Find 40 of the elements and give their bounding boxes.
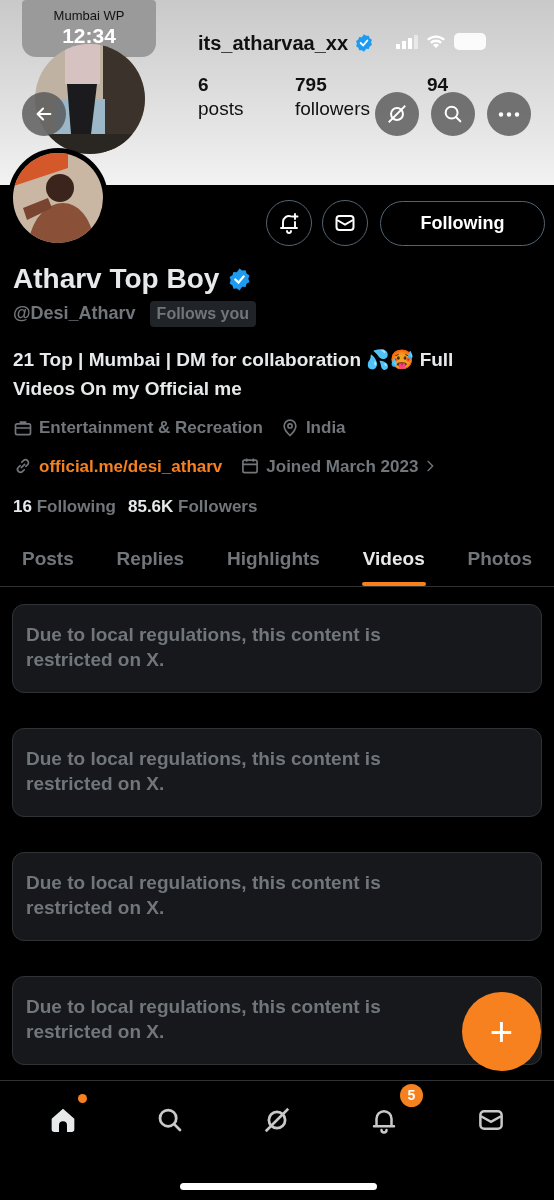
profile-link[interactable]: official.me/desi_atharv bbox=[39, 453, 223, 479]
back-button[interactable] bbox=[22, 92, 66, 136]
profile-tab[interactable]: Replies bbox=[116, 532, 185, 586]
followers-count-link[interactable]: 85.6K Followers bbox=[128, 494, 258, 520]
status-location: Mumbai WP bbox=[53, 9, 125, 22]
more-icon bbox=[498, 111, 520, 117]
bell-plus-icon bbox=[277, 211, 301, 235]
profile-tab[interactable]: Highlights bbox=[227, 532, 320, 586]
follows-you-badge: Follows you bbox=[149, 300, 257, 327]
stat-value: 795 bbox=[295, 73, 328, 97]
notification-badge: 5 bbox=[399, 1084, 423, 1107]
profile-tab[interactable]: Photos bbox=[467, 532, 532, 586]
profile-tab[interactable]: Posts bbox=[22, 532, 74, 586]
banner-username: its_atharvaa_xx bbox=[198, 31, 349, 56]
stat-value: 6 bbox=[198, 73, 210, 97]
status-time: 12:34 bbox=[62, 25, 116, 46]
following-count-link[interactable]: 16 Following bbox=[13, 494, 116, 520]
battery-icon bbox=[454, 33, 486, 50]
stat-value: 94 bbox=[427, 73, 449, 97]
joined-date: Joined March 2023 bbox=[266, 455, 419, 478]
profile-name: Atharv Top Boy bbox=[13, 262, 220, 296]
profile-bio: 21 Top | Mumbai | DM for collaboration 💦🥵 Full Videos On my Official me bbox=[13, 348, 455, 401]
search-button[interactable] bbox=[431, 92, 475, 136]
restricted-notice-text: Due to local regulations, this content is restricted on X. bbox=[26, 994, 382, 1044]
profile-location: India bbox=[305, 417, 346, 439]
stat-label: posts bbox=[198, 96, 244, 121]
search-icon bbox=[442, 103, 464, 125]
profile-handle: @Desi_Atharv bbox=[13, 302, 136, 325]
profile-tab[interactable]: Videos bbox=[362, 532, 425, 586]
restricted-notice-text: Due to local regulations, this content is restricted on X. bbox=[26, 870, 382, 920]
wifi-icon bbox=[426, 34, 446, 49]
restricted-notice-text: Due to local regulations, this content is restricted on X. bbox=[26, 622, 382, 672]
slashed-circle-icon bbox=[386, 103, 408, 125]
more-button[interactable] bbox=[487, 92, 531, 136]
calendar-icon bbox=[240, 456, 261, 477]
profile-category: Entertainment & Recreation bbox=[39, 417, 263, 439]
restricted-notice-text: Due to local regulations, this content is restricted on X. bbox=[26, 746, 382, 796]
stat-label: followers bbox=[295, 96, 370, 121]
verified-icon bbox=[354, 33, 375, 53]
signal-icon bbox=[396, 34, 418, 49]
